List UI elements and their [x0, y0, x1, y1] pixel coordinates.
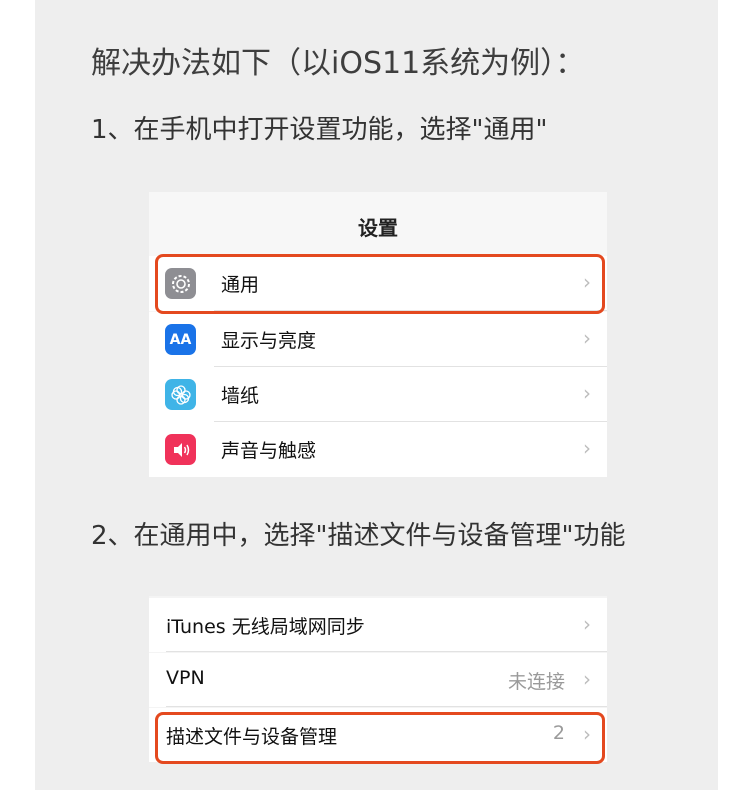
settings-screenshot: 设置 通用 › AA 显示与亮度 › 墙纸 › 声音与触感 ›	[149, 192, 607, 477]
chevron-right-icon: ›	[583, 326, 591, 350]
chevron-right-icon: ›	[583, 436, 591, 460]
vpn-status: 未连接	[507, 671, 565, 693]
general-item-itunes-sync[interactable]: iTunes 无线局域网同步 ›	[149, 598, 607, 652]
chevron-right-icon: ›	[583, 381, 591, 405]
settings-title: 设置	[358, 216, 398, 240]
text-size-icon: AA	[165, 324, 196, 355]
step-2-text: 2、在通用中，选择"描述文件与设备管理"功能	[91, 521, 626, 551]
settings-item-wallpaper[interactable]: 墙纸 ›	[149, 367, 607, 422]
general-item-label: iTunes 无线局域网同步	[166, 616, 365, 638]
chevron-right-icon: ›	[583, 612, 591, 636]
settings-item-label: 通用	[221, 274, 260, 296]
divider	[214, 310, 607, 311]
chevron-right-icon: ›	[583, 667, 591, 691]
general-item-vpn[interactable]: VPN 未连接 ›	[149, 653, 607, 707]
speaker-icon	[165, 434, 196, 465]
step-1-text: 1、在手机中打开设置功能，选择"通用"	[91, 115, 548, 145]
settings-item-label: 墙纸	[221, 385, 260, 407]
profiles-count: 2	[552, 722, 565, 744]
settings-item-label: 声音与触感	[221, 440, 317, 462]
general-item-profiles[interactable]: 描述文件与设备管理 2 ›	[149, 708, 607, 762]
general-screenshot: iTunes 无线局域网同步 › VPN 未连接 › 描述文件与设备管理 2 ›	[149, 596, 607, 762]
general-item-label: VPN	[166, 667, 205, 689]
chevron-right-icon: ›	[583, 722, 591, 746]
settings-item-label: 显示与亮度	[221, 330, 317, 352]
divider	[166, 706, 607, 707]
general-item-label: 描述文件与设备管理	[166, 726, 338, 748]
settings-item-sounds[interactable]: 声音与触感 ›	[149, 422, 607, 477]
flower-icon	[165, 379, 196, 410]
divider	[166, 651, 607, 652]
page-title: 解决办法如下（以iOS11系统为例）：	[91, 46, 586, 81]
chevron-right-icon: ›	[583, 270, 591, 294]
settings-item-display[interactable]: AA 显示与亮度 ›	[149, 312, 607, 367]
gear-icon	[165, 268, 196, 299]
settings-item-general[interactable]: 通用 ›	[149, 256, 607, 311]
